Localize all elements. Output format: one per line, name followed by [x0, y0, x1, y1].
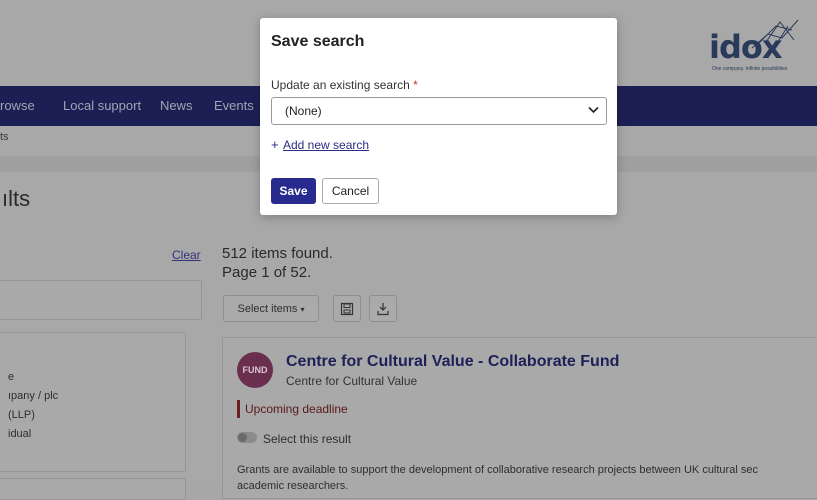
select-items-label: Select items — [237, 303, 298, 315]
chevron-down-icon — [588, 106, 599, 114]
nav-news[interactable]: News — [160, 86, 193, 126]
filter-option[interactable]: ıpany / plc — [8, 390, 58, 402]
update-search-label: Update an existing search * — [271, 78, 418, 92]
logo-tagline: One company. Infinite possibilities — [712, 66, 788, 72]
caret-down-icon: ▾ — [300, 305, 305, 314]
filter-option[interactable]: (LLP) — [8, 409, 35, 421]
result-description-cont: academic researchers. — [237, 480, 349, 492]
nav-local-support[interactable]: Local support — [63, 86, 141, 126]
deadline-marker — [237, 400, 240, 418]
page-indicator: Page 1 of 52. — [222, 264, 312, 281]
page-title: ılts — [2, 186, 31, 211]
filter-group — [0, 332, 186, 472]
save-results-button[interactable] — [333, 295, 361, 322]
deadline-label: Upcoming deadline — [245, 402, 348, 416]
filter-option[interactable]: e — [8, 371, 14, 383]
network-logo-icon — [751, 19, 799, 49]
clear-filters-link[interactable]: Clear — [172, 248, 201, 262]
filter-option[interactable]: idual — [8, 428, 31, 440]
save-icon — [340, 302, 354, 315]
breadcrumb[interactable]: ts — [0, 131, 9, 143]
nav-browse[interactable]: rowse — [0, 86, 35, 126]
filter-search-box[interactable] — [0, 280, 202, 320]
required-mark: * — [413, 78, 418, 92]
add-new-search-link[interactable]: Add new search — [283, 138, 369, 152]
result-description: Grants are available to support the deve… — [237, 464, 758, 476]
filter-group — [0, 478, 186, 500]
result-title[interactable]: Centre for Cultural Value - Collaborate … — [286, 353, 619, 371]
select-result-label: Select this result — [263, 432, 352, 446]
cancel-button[interactable]: Cancel — [322, 178, 379, 204]
toggle-knob — [238, 433, 247, 442]
export-icon — [377, 302, 389, 315]
select-items-dropdown[interactable]: Select items ▾ — [223, 295, 319, 322]
results-count: 512 items found. — [222, 245, 333, 262]
fund-badge: FUND — [237, 352, 273, 388]
update-search-label-text: Update an existing search — [271, 78, 410, 92]
existing-search-select[interactable]: (None) — [271, 97, 607, 125]
plus-icon: + — [271, 137, 279, 152]
nav-events[interactable]: Events — [214, 86, 254, 126]
result-subtitle: Centre for Cultural Value — [286, 374, 418, 388]
modal-title: Save search — [271, 33, 365, 50]
save-button[interactable]: Save — [271, 178, 316, 204]
export-results-button[interactable] — [369, 295, 397, 322]
existing-search-value: (None) — [285, 104, 322, 118]
